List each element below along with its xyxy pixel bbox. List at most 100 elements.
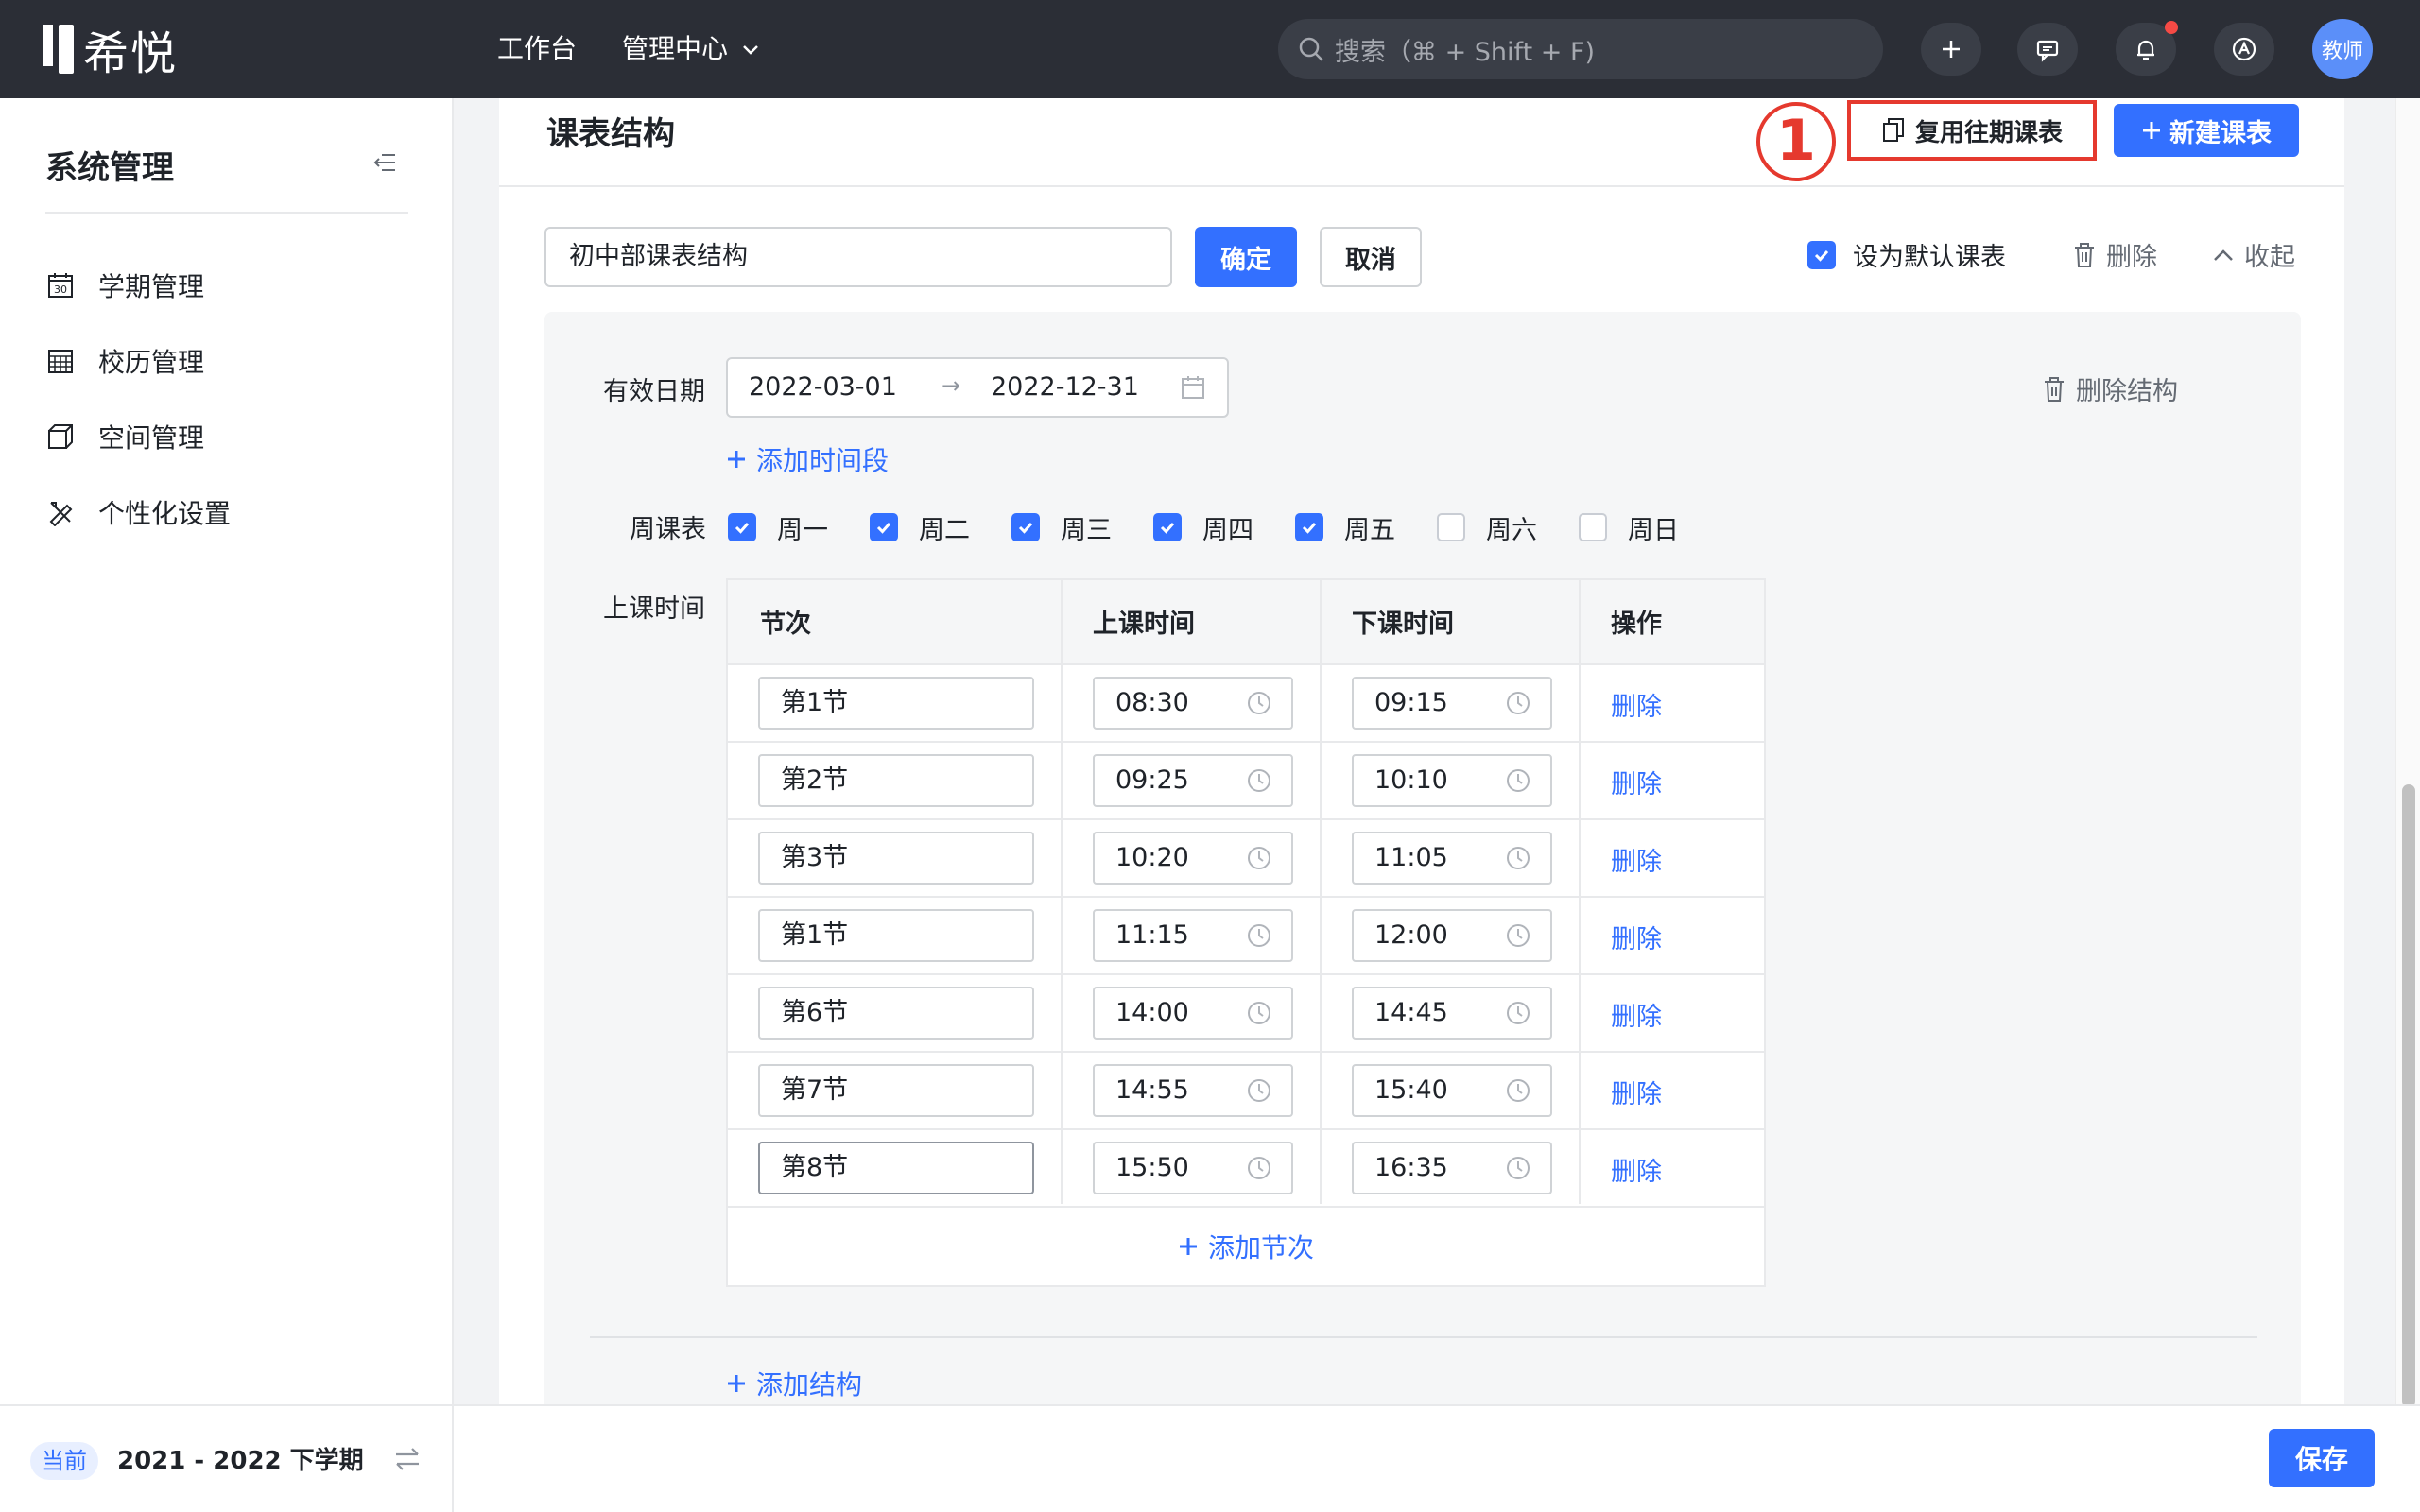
trash-icon	[2045, 376, 2064, 402]
clock-icon	[1505, 922, 1531, 949]
checkbox-checked-icon	[1011, 513, 1040, 541]
checkbox-unchecked-icon	[1579, 513, 1607, 541]
weekday-checkbox-group: 周一 周二 周三 周四 周五 周六 周日	[728, 507, 1720, 548]
weekday-thursday[interactable]: 周四	[1153, 509, 1253, 546]
delete-row-link[interactable]: 删除	[1611, 919, 1662, 955]
weekday-monday[interactable]: 周一	[728, 509, 828, 546]
delete-row-link[interactable]: 删除	[1611, 764, 1662, 800]
table-header: 节次 上课时间 下课时间 操作	[728, 580, 1764, 665]
table-row: 第1节 08:30 09:15 删除	[728, 665, 1764, 743]
delete-row-link[interactable]: 删除	[1611, 1151, 1662, 1188]
switch-term-button[interactable]	[393, 1446, 422, 1472]
start-time-value: 15:50	[1115, 1153, 1189, 1182]
sidebar-item-label: 个性化设置	[98, 498, 232, 529]
delete-structure-button[interactable]: 删除结构	[2042, 370, 2178, 407]
sidebar-item-space[interactable]: 空间管理	[45, 416, 204, 457]
sidebar-item-personalization[interactable]: 个性化设置	[45, 491, 231, 533]
weekday-label: 周日	[1628, 515, 1679, 545]
end-time-picker[interactable]: 10:10	[1352, 754, 1552, 807]
swap-icon	[396, 1448, 419, 1470]
structure-panel: 有效日期 2022-03-01 → 2022-12-31 删除结构 添加时间段 …	[544, 312, 2301, 1404]
app-logo[interactable]: 希悦	[43, 23, 178, 80]
confirm-button[interactable]: 确定	[1195, 227, 1297, 287]
main-content: 课表结构 1 复用往期课表 新建课表 初中部课表结构 确定 取消 设为默认课表 …	[454, 98, 2420, 1404]
end-time-picker[interactable]: 16:35	[1352, 1142, 1552, 1194]
messages-button[interactable]	[2017, 23, 2078, 76]
section-name-input[interactable]: 第3节	[758, 832, 1034, 885]
sidebar-item-label: 学期管理	[98, 271, 205, 302]
search-input[interactable]: 搜索（⌘ + Shift + F)	[1278, 19, 1883, 79]
delete-row-link[interactable]: 删除	[1611, 996, 1662, 1033]
add-period-link[interactable]: 添加时间段	[726, 440, 889, 478]
sidebar-item-school-calendar[interactable]: 校历管理	[45, 340, 204, 382]
end-time-value: 09:15	[1374, 688, 1448, 717]
section-name-input[interactable]: 第1节	[758, 677, 1034, 730]
end-time-picker[interactable]: 14:45	[1352, 987, 1552, 1040]
weekday-label: 周三	[1061, 515, 1112, 545]
weekday-label: 周四	[1202, 515, 1253, 545]
nav-workbench[interactable]: 工作台	[497, 28, 577, 70]
copy-icon	[1882, 118, 1904, 142]
search-placeholder: 搜索（⌘ + Shift + F)	[1335, 37, 1596, 67]
page-title: 课表结构	[546, 115, 675, 153]
start-time-picker[interactable]: 08:30	[1093, 677, 1293, 730]
delete-schedule-button[interactable]: 删除	[2072, 236, 2157, 273]
add-section-label: 添加节次	[1207, 1232, 1314, 1263]
section-name-input[interactable]: 第8节	[758, 1142, 1034, 1194]
sidebar-item-semester[interactable]: 30 学期管理	[45, 265, 204, 306]
plus-icon	[728, 451, 745, 468]
weekday-label: 周五	[1344, 515, 1395, 545]
end-time-picker[interactable]: 09:15	[1352, 677, 1552, 730]
delete-row-link[interactable]: 删除	[1611, 1074, 1662, 1110]
start-time-picker[interactable]: 09:25	[1093, 754, 1293, 807]
checkbox-checked-icon	[1295, 513, 1323, 541]
add-section-button[interactable]: 添加节次	[728, 1208, 1764, 1285]
scrollbar-thumb[interactable]	[2402, 784, 2415, 1408]
current-term-tag: 当前	[30, 1442, 98, 1480]
weekday-label: 周六	[1486, 515, 1537, 545]
delete-row-link[interactable]: 删除	[1611, 841, 1662, 878]
create-button[interactable]	[1921, 23, 1981, 76]
nav-admin-center[interactable]: 管理中心	[622, 28, 760, 70]
end-time-picker[interactable]: 11:05	[1352, 832, 1552, 885]
plus-icon	[2143, 122, 2160, 139]
weekday-wednesday[interactable]: 周三	[1011, 509, 1112, 546]
calendar-icon	[1180, 374, 1206, 401]
delete-row-link[interactable]: 删除	[1611, 686, 1662, 723]
section-name-input[interactable]: 第1节	[758, 909, 1034, 962]
section-name-input[interactable]: 第2节	[758, 754, 1034, 807]
app-center-button[interactable]	[2214, 23, 2274, 76]
section-name-input[interactable]: 第7节	[758, 1064, 1034, 1117]
sidebar-collapse-button[interactable]	[372, 151, 397, 174]
save-button[interactable]: 保存	[2269, 1429, 2375, 1487]
collapse-button[interactable]: 收起	[2212, 236, 2295, 273]
page-scrollbar[interactable]	[2395, 98, 2420, 1408]
weekday-saturday[interactable]: 周六	[1437, 509, 1537, 546]
structure-name-input[interactable]: 初中部课表结构	[544, 227, 1172, 287]
weekly-schedule-label: 周课表	[630, 515, 706, 544]
start-time-picker[interactable]: 10:20	[1093, 832, 1293, 885]
weekday-tuesday[interactable]: 周二	[870, 509, 970, 546]
weekday-sunday[interactable]: 周日	[1579, 509, 1679, 546]
reuse-past-schedule-button[interactable]: 复用往期课表	[1847, 100, 2097, 161]
table-row: 第3节 10:20 11:05 删除	[728, 820, 1764, 898]
set-default-label: 设为默认课表	[1853, 243, 2006, 272]
set-default-checkbox[interactable]: 设为默认课表	[1807, 236, 2006, 273]
date-range-picker[interactable]: 2022-03-01 → 2022-12-31	[726, 357, 1229, 418]
section-name-input[interactable]: 第6节	[758, 987, 1034, 1040]
compass-icon	[2232, 37, 2256, 61]
start-time-picker[interactable]: 11:15	[1093, 909, 1293, 962]
start-time-picker[interactable]: 14:55	[1093, 1064, 1293, 1117]
table-row: 第6节 14:00 14:45 删除	[728, 975, 1764, 1053]
weekday-friday[interactable]: 周五	[1295, 509, 1395, 546]
add-structure-link[interactable]: 添加结构	[726, 1365, 862, 1402]
avatar[interactable]: 教师	[2312, 19, 2373, 79]
end-time-picker[interactable]: 15:40	[1352, 1064, 1552, 1117]
annotation-marker: 1	[1754, 98, 1840, 183]
end-time-picker[interactable]: 12:00	[1352, 909, 1552, 962]
start-time-picker[interactable]: 14:00	[1093, 987, 1293, 1040]
cancel-button[interactable]: 取消	[1320, 227, 1422, 287]
start-time-picker[interactable]: 15:50	[1093, 1142, 1293, 1194]
start-time-value: 08:30	[1115, 688, 1189, 717]
new-schedule-button[interactable]: 新建课表	[2114, 104, 2299, 157]
